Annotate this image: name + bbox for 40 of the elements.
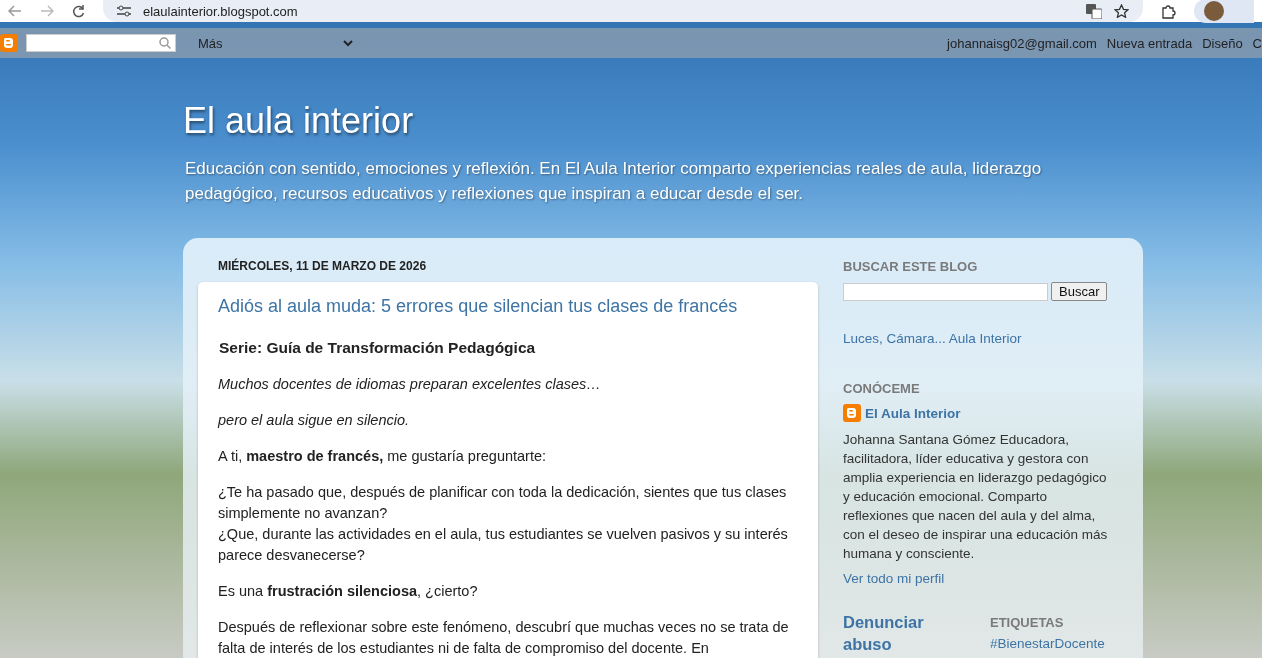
- search-icon[interactable]: [159, 37, 171, 49]
- site-settings-icon[interactable]: [117, 5, 131, 17]
- nav-link[interactable]: johannaisg02@gmail.com: [947, 35, 1097, 51]
- post-paragraph: Muchos docentes de idiomas preparan excelentes clases…: [218, 375, 602, 394]
- report-abuse-link[interactable]: Denunciar abuso: [843, 611, 943, 655]
- post-paragraph: Después de reflexionar sobre este fenómeno, descubrí que muchas veces no se trata de falta de interés de los estudiantes ni de falta de compromiso del docente. En: [218, 618, 790, 658]
- post-paragraph: pero el aula sigue en silencio.: [218, 411, 411, 430]
- star-icon[interactable]: [1114, 4, 1129, 18]
- blogger-icon: [0, 34, 18, 52]
- blogger-icon: [843, 404, 861, 422]
- widget-heading: BUSCAR ESTE BLOG: [843, 259, 979, 274]
- post-paragraph: Es una frustración silenciosa, ¿cierto?: [218, 582, 479, 601]
- extensions-icon[interactable]: [1161, 3, 1176, 19]
- widget-heading: CONÓCEME: [843, 381, 921, 396]
- more-dropdown[interactable]: Más: [192, 33, 359, 53]
- page-link[interactable]: Luces, Cámara... Aula Interior: [843, 331, 1022, 346]
- address-bar[interactable]: elaulainterior.blogspot.com: [103, 0, 1143, 22]
- search-field[interactable]: [843, 282, 1048, 301]
- translate-icon[interactable]: [1086, 3, 1102, 19]
- profile-link[interactable]: Ver todo mi perfil: [843, 571, 945, 586]
- reload-icon[interactable]: [72, 4, 85, 18]
- search-field[interactable]: [26, 34, 176, 52]
- nav-link[interactable]: Nueva entrada: [1106, 35, 1193, 51]
- label-link[interactable]: #BienestarDocente: [990, 636, 1105, 651]
- post-date: MIÉRCOLES, 11 DE MARZO DE 2026: [218, 259, 428, 273]
- blog-description: Educación con sentido, emociones y reflexión. En El Aula Interior comparto experiencias reales de aula, liderazgo pedagógico, recursos educativos y reflexiones que inspiran a educar desde el ser.: [185, 158, 1043, 205]
- profile-name[interactable]: El Aula Interior: [865, 405, 961, 421]
- back-icon[interactable]: [8, 5, 22, 17]
- avatar-icon[interactable]: [1204, 1, 1224, 21]
- nav-link[interactable]: Diseño: [1202, 35, 1243, 51]
- search-button[interactable]: Buscar: [1051, 282, 1108, 301]
- chevron-icon: [342, 39, 353, 47]
- post-paragraph: A ti, maestro de francés, me gustaría preguntarte:: [218, 447, 548, 466]
- widget-heading: ETIQUETAS: [990, 615, 1065, 630]
- blog-title[interactable]: El aula interior: [183, 100, 1262, 142]
- nav-link[interactable]: C: [1252, 35, 1262, 51]
- post-title[interactable]: Adiós al aula muda: 5 errores que silencian tus clases de francés: [218, 296, 738, 317]
- post-subheading: Serie: Guía de Transformación Pedagógica: [218, 338, 537, 358]
- profile-bio: Johanna Santana Gómez Educadora, facilitadora, líder educativa y gestora con amplia experiencia en liderazgo pedagógico y educación emocional. Comparto reflexiones que nacen del aula y del alma, con el deseo de inspirar una educación más humana y consciente.: [843, 431, 1108, 563]
- post-paragraph: ¿Te ha pasado que, después de planificar con toda la dedicación, sientes que tus clases simplemente no avanzan? ¿Que, durante las actividades en el aula, tus estudiantes se vuelven pasivos y su interés parece desvanecerse?: [218, 483, 789, 565]
